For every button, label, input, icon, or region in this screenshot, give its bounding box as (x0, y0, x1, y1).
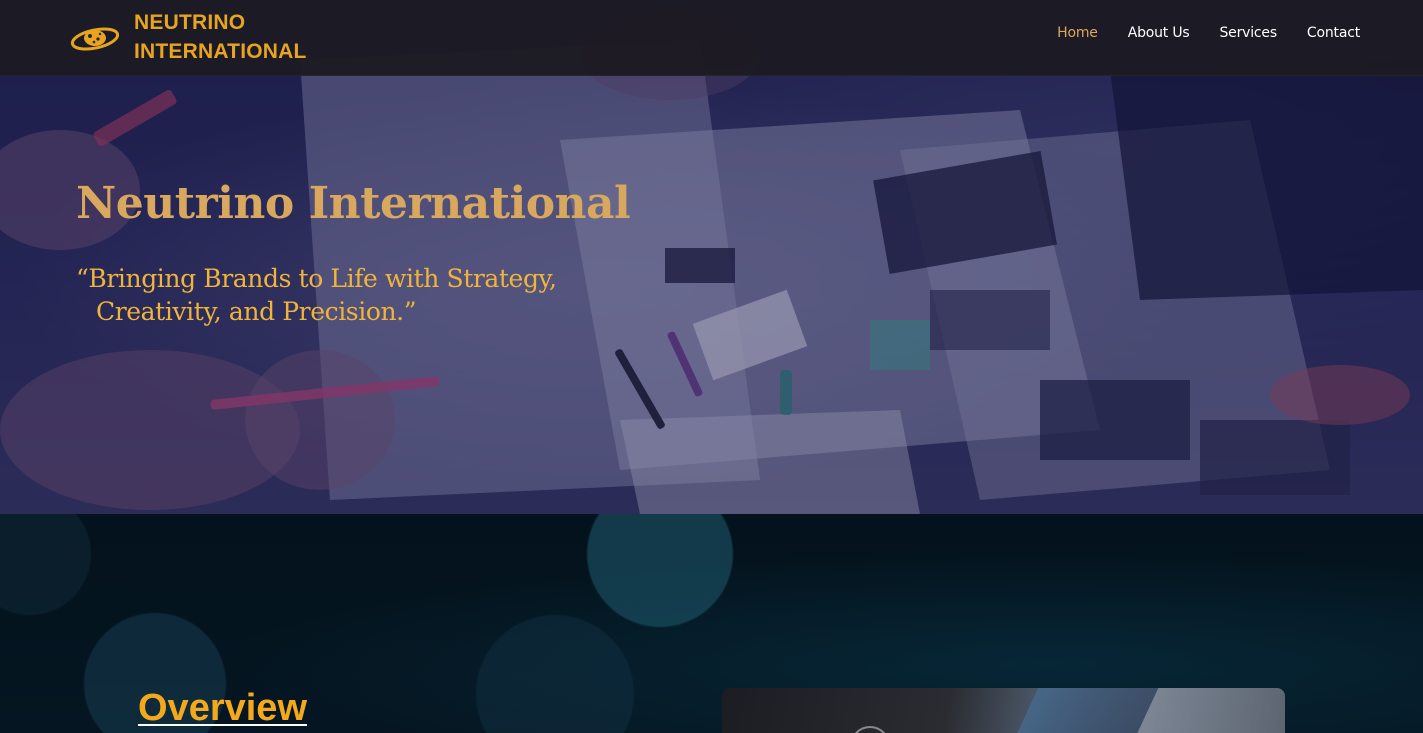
nav-link-about-us[interactable]: About Us (1128, 25, 1190, 41)
main-nav: Home About Us Services Contact (1057, 25, 1360, 41)
nav-link-services[interactable]: Services (1219, 25, 1277, 41)
hero-tagline: “Bringing Brands to Life with Strategy, … (76, 262, 596, 328)
orbit-logo-icon (70, 27, 120, 51)
overview-section: Overview (0, 514, 1423, 733)
hero-tagline-line1: “Bringing Brands to Life with Strategy, (76, 264, 557, 293)
overview-image (722, 688, 1285, 733)
hero-title: Neutrino International (76, 178, 631, 229)
site-header: NEUTRINO INTERNATIONAL Home About Us Ser… (0, 0, 1423, 76)
brand-name: NEUTRINO INTERNATIONAL (134, 8, 307, 66)
hero-section: Neutrino International “Bringing Brands … (0, 0, 1423, 514)
brand-link[interactable]: NEUTRINO INTERNATIONAL (70, 8, 307, 66)
nav-link-contact[interactable]: Contact (1307, 25, 1360, 41)
hero-tagline-line2: Creativity, and Precision.” (96, 297, 417, 326)
brand-name-line1: NEUTRINO (134, 11, 246, 34)
nav-link-home[interactable]: Home (1057, 25, 1098, 41)
hero-overlay (0, 0, 1423, 514)
overview-heading: Overview (138, 687, 307, 729)
brand-name-line2: INTERNATIONAL (134, 40, 307, 63)
